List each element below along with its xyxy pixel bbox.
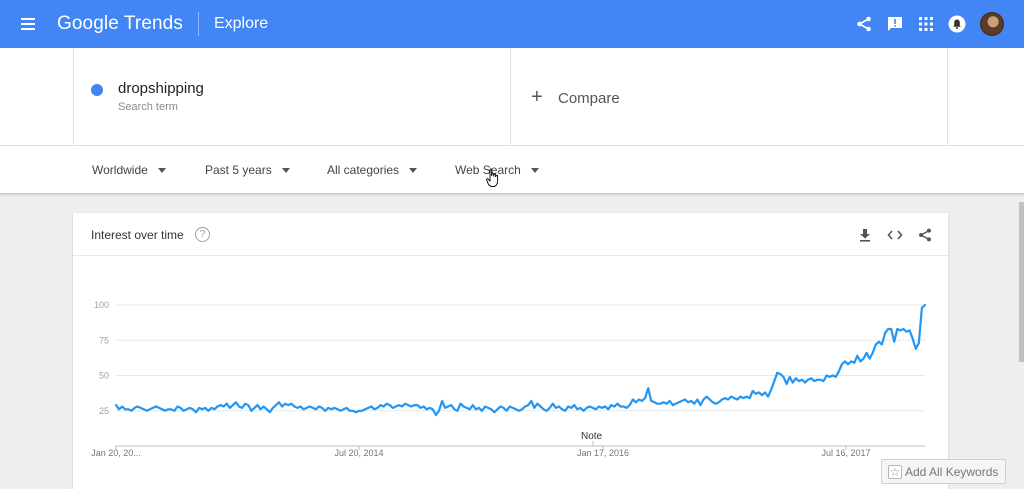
series-line-dropshipping	[114, 303, 927, 417]
interest-line-chart: 100 75 50 25 Jan 20, 20... Jul 20, 2014 Jan 17…	[91, 300, 927, 458]
y-tick-label: 100	[94, 300, 109, 310]
scrollbar[interactable]	[1019, 146, 1024, 489]
y-tick-label: 50	[99, 371, 109, 381]
scrollbar-thumb[interactable]	[1019, 202, 1024, 362]
y-tick-label: 75	[99, 335, 109, 345]
x-tick-label: Jan 20, 20...	[91, 448, 141, 458]
add-all-keywords-button[interactable]: ☆ Add All Keywords	[881, 459, 1006, 484]
star-icon: ☆	[888, 464, 902, 479]
x-tick-label: Jan 17, 2016	[577, 448, 629, 458]
x-tick-label: Jul 20, 2014	[334, 448, 383, 458]
chart-note[interactable]: Note	[581, 431, 602, 442]
x-tick-label: Jul 16, 2017	[821, 448, 870, 458]
add-all-keywords-label: Add All Keywords	[905, 464, 999, 479]
y-tick-label: 25	[99, 406, 109, 416]
